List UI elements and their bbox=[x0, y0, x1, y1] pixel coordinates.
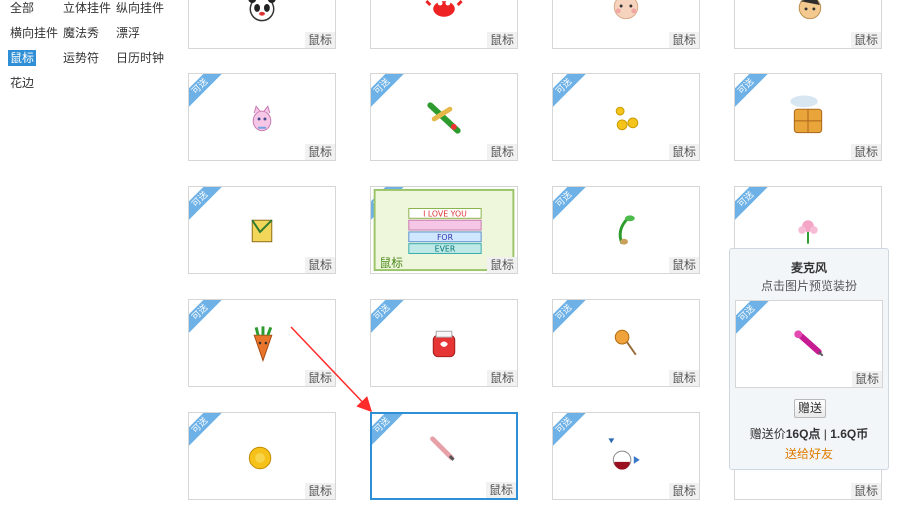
price-prefix: 赠送价 bbox=[749, 427, 786, 441]
item-card-selected[interactable]: 可送 鼠标 bbox=[370, 412, 518, 500]
item-card[interactable]: 鼠标 bbox=[188, 0, 336, 49]
banner-line-1: I LOVE YOU bbox=[423, 209, 467, 218]
item-type-tag: 鼠标 bbox=[668, 32, 699, 48]
item-type-tag: 鼠标 bbox=[486, 144, 517, 160]
item-type-tag: 鼠标 bbox=[668, 483, 699, 499]
item-type-tag: 鼠标 bbox=[486, 370, 517, 386]
send-to-friend-link[interactable]: 送给好友 bbox=[730, 445, 888, 462]
preview-hint: 点击图片预览装扮 bbox=[760, 279, 857, 293]
item-card[interactable]: 可送 鼠标 bbox=[552, 412, 700, 500]
item-type-tag: 鼠标 bbox=[851, 371, 882, 387]
item-card[interactable]: 可送 鼠标 bbox=[552, 299, 700, 387]
item-type-tag: 鼠标 bbox=[850, 483, 881, 499]
item-name: 麦克风 bbox=[790, 261, 827, 275]
banner-line-2: FOR bbox=[437, 233, 454, 242]
item-type-tag: 鼠标 bbox=[668, 144, 699, 160]
price-coins: 1.6Q币 bbox=[830, 427, 869, 441]
item-card[interactable]: 鼠标 bbox=[734, 0, 882, 49]
item-type-tag: 鼠标 bbox=[304, 370, 335, 386]
item-card[interactable]: 可送 鼠标 bbox=[370, 299, 518, 387]
item-card[interactable]: 鼠标 bbox=[552, 0, 700, 49]
item-type-tag: 鼠标 bbox=[486, 257, 517, 273]
item-card[interactable]: 可送 鼠标 bbox=[188, 73, 336, 161]
item-card[interactable]: 可送 鼠标 bbox=[734, 73, 882, 161]
item-type-tag: 鼠标 bbox=[668, 370, 699, 386]
item-type-tag: 鼠标 bbox=[304, 144, 335, 160]
gift-button[interactable]: 赠送 bbox=[794, 399, 826, 418]
item-card[interactable]: 鼠标 bbox=[370, 0, 518, 49]
item-card[interactable]: 可送 鼠标 bbox=[188, 299, 336, 387]
item-type-tag: 鼠标 bbox=[485, 482, 516, 498]
price-points: 16Q点 bbox=[785, 427, 821, 441]
item-type-tag: 鼠标 bbox=[486, 32, 517, 48]
item-type-tag: 鼠标 bbox=[304, 257, 335, 273]
item-card[interactable]: 可送 鼠标 bbox=[370, 73, 518, 161]
item-card[interactable]: 可送 鼠标 bbox=[188, 412, 336, 500]
item-type-tag: 鼠标 bbox=[304, 32, 335, 48]
item-card[interactable]: 可送 鼠标 bbox=[188, 186, 336, 274]
item-type-tag: 鼠标 bbox=[668, 257, 699, 273]
preview-card[interactable]: 可送 鼠标 bbox=[735, 300, 883, 388]
item-preview-popover: 麦克风 点击图片预览装扮 可送 鼠标 赠送 赠送价16Q点 | 1.6Q币 送给… bbox=[729, 248, 889, 470]
banner-caption: 鼠标 bbox=[380, 256, 404, 270]
banner-line-3: EVER bbox=[435, 245, 456, 254]
item-card[interactable]: 可送 鼠标 bbox=[552, 186, 700, 274]
item-type-tag: 鼠标 bbox=[304, 483, 335, 499]
price-separator: | bbox=[823, 427, 827, 441]
item-type-tag: 鼠标 bbox=[850, 32, 881, 48]
gift-price: 赠送价16Q点 | 1.6Q币 bbox=[730, 425, 888, 442]
item-card[interactable]: 可送 鼠标 bbox=[552, 73, 700, 161]
item-type-tag: 鼠标 bbox=[850, 144, 881, 160]
item-card[interactable]: 可送 I LOVE YOU FOR EVER 鼠标 鼠标 bbox=[370, 186, 518, 274]
